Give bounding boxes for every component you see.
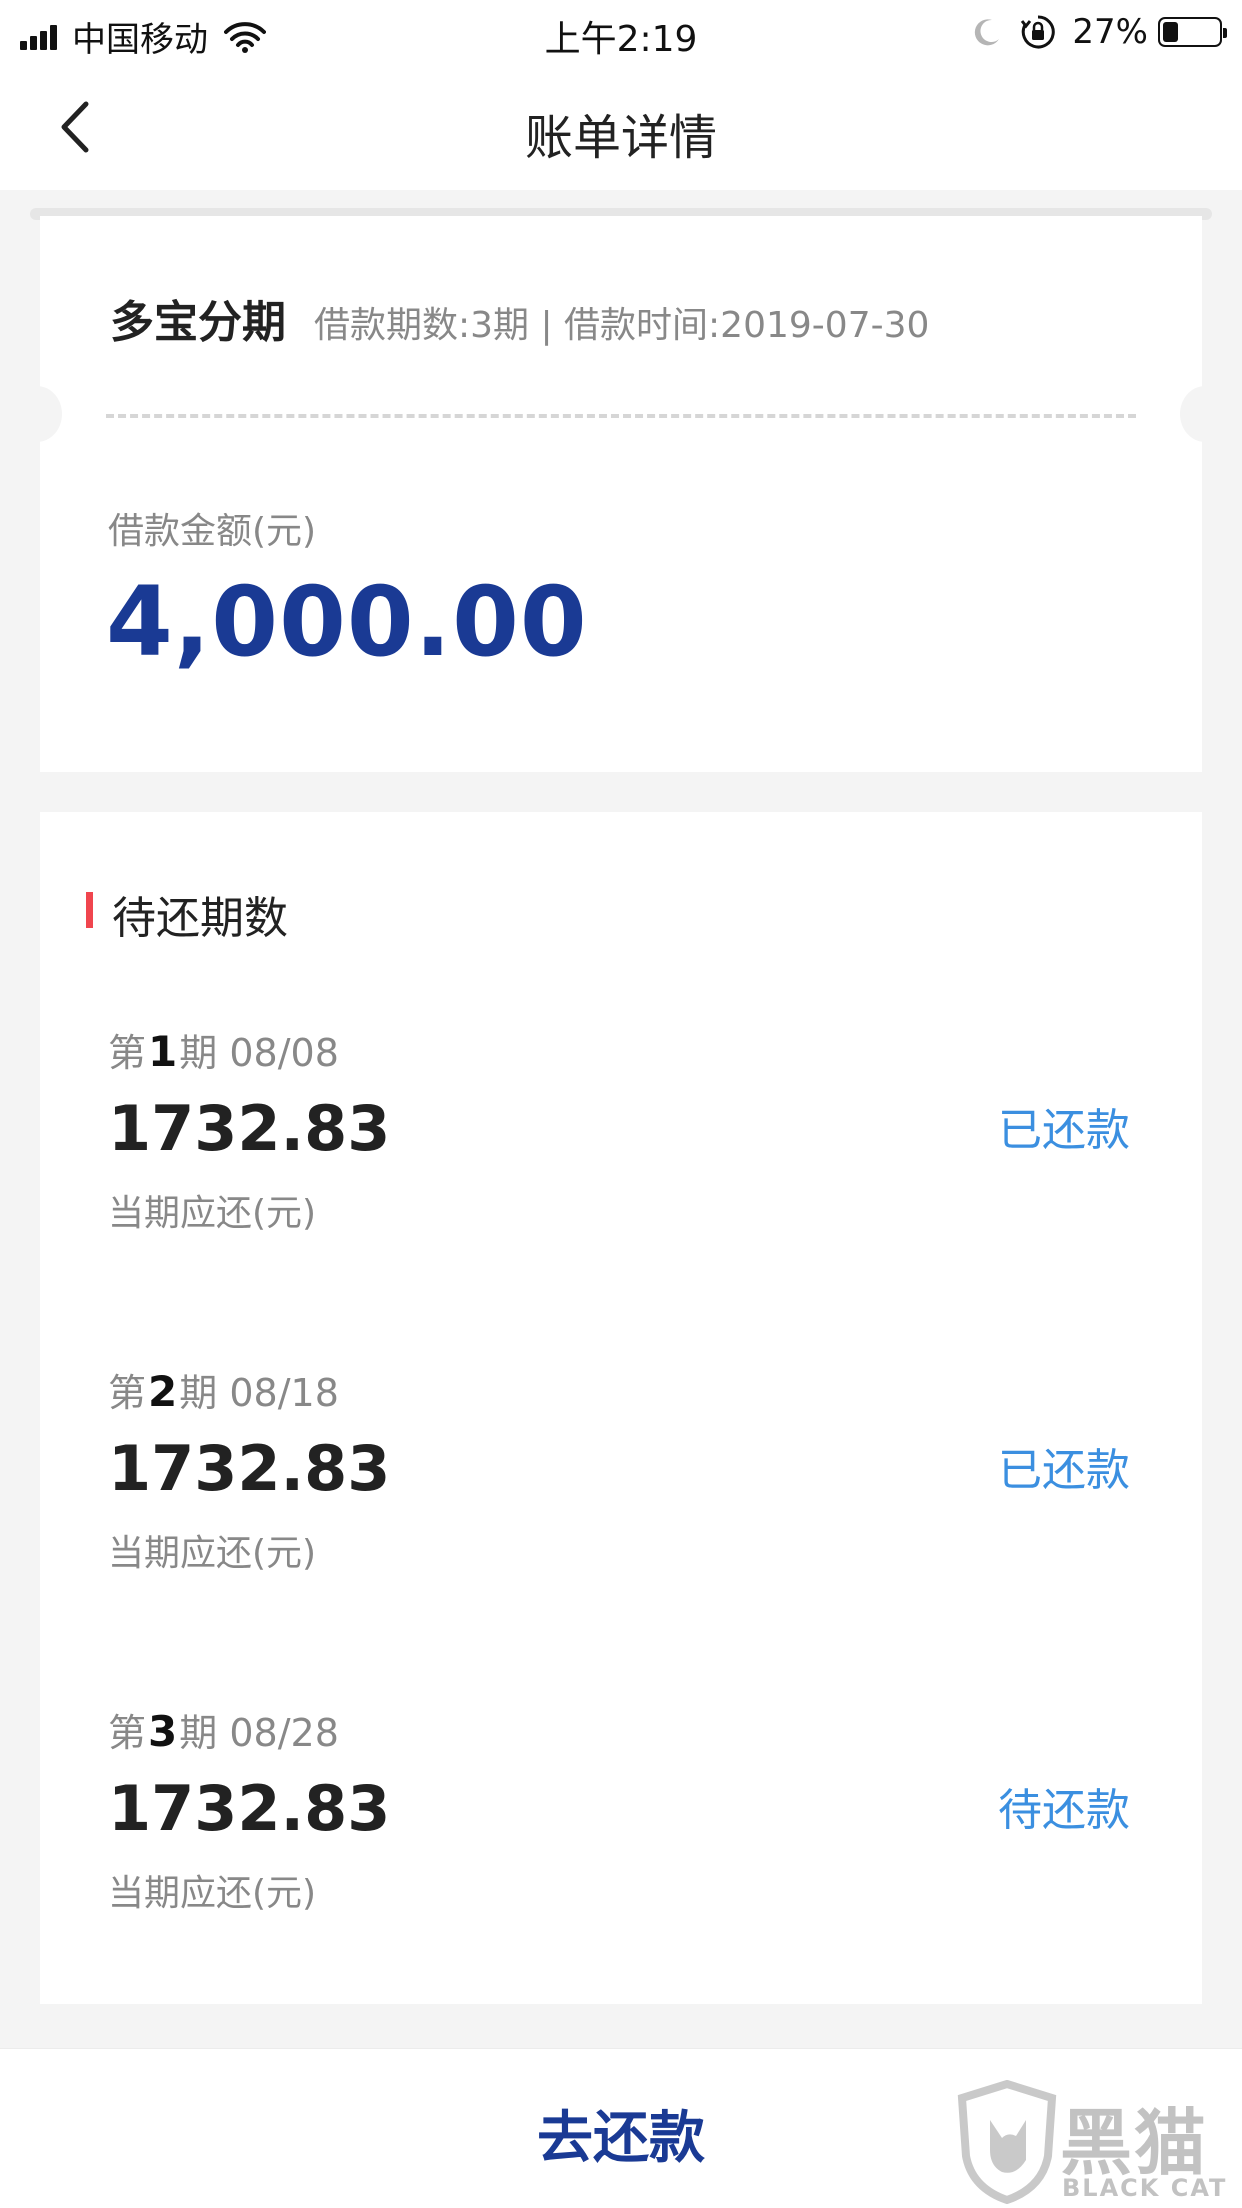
installment-period: 第3期 08/28 [108,1702,339,1757]
period-number: 1 [148,1027,178,1076]
page-title: 账单详情 [524,110,717,166]
watermark-subtext: BLACK CAT [1062,2174,1228,2202]
installment-row: 第3期 08/28 1732.83 当期应还(元) 待还款 [40,1702,1202,1962]
signal-icon [20,24,60,50]
period-suffix: 期 [179,1031,218,1075]
loan-amount-value: 4,000.00 [106,566,588,678]
bill-detail-page: 中国移动 上午2:19 27% 账单详情 多宝分期 借款期数:3期 | 借款时间… [0,0,1242,2208]
installment-amount-label: 当期应还(元) [108,1873,317,1914]
period-prefix: 第 [108,1711,147,1755]
installment-row: 第2期 08/18 1732.83 当期应还(元) 已还款 [40,1362,1202,1622]
period-date: 08/08 [229,1031,339,1075]
chevron-left-icon [61,101,89,153]
installment-status[interactable]: 待还款 [998,1774,1130,1838]
installment-amount: 1732.83 [108,1772,391,1845]
back-button[interactable] [46,92,106,162]
product-name: 多宝分期 [110,297,286,348]
nav-bar: 账单详情 [0,62,1242,190]
period-date: 08/28 [229,1711,339,1755]
wifi-icon [224,21,266,53]
period-date: 08/18 [229,1371,339,1415]
period-prefix: 第 [108,1371,147,1415]
status-left: 中国移动 [20,12,266,61]
installment-amount: 1732.83 [108,1092,391,1165]
loan-summary-card: 多宝分期 借款期数:3期 | 借款时间:2019-07-30 借款金额(元) 4… [40,216,1202,772]
installment-status[interactable]: 已还款 [998,1434,1130,1498]
loan-meta: 借款期数:3期 | 借款时间:2019-07-30 [314,305,930,346]
cat-shield-icon [957,2080,1057,2204]
ticket-notch-right [1180,386,1202,442]
loan-header: 多宝分期 借款期数:3期 | 借款时间:2019-07-30 [110,286,929,350]
period-number: 2 [148,1367,178,1416]
battery-fill [1163,22,1178,42]
loan-amount-label: 借款金额(元) [108,511,317,552]
status-right: 27% [972,12,1227,52]
section-marker [86,892,93,928]
battery-percent: 27% [1072,12,1148,52]
period-number: 3 [148,1707,178,1756]
installment-period: 第2期 08/18 [108,1362,339,1417]
period-suffix: 期 [179,1711,218,1755]
installment-period: 第1期 08/08 [108,1022,339,1077]
installment-amount-label: 当期应还(元) [108,1533,317,1574]
watermark: 黑猫 BLACK CAT [956,2080,1236,2208]
section-title: 待还期数 [112,893,288,944]
status-bar: 中国移动 上午2:19 27% [0,0,1242,62]
period-suffix: 期 [179,1371,218,1415]
moon-icon [975,19,1000,46]
installments-card: 待还期数 第1期 08/08 1732.83 当期应还(元) 已还款 第2期 0… [40,812,1202,2004]
installment-amount: 1732.83 [108,1432,391,1505]
ticket-notch-left [40,386,62,442]
installment-row: 第1期 08/08 1732.83 当期应还(元) 已还款 [40,1022,1202,1282]
period-prefix: 第 [108,1031,147,1075]
installment-status[interactable]: 已还款 [998,1094,1130,1158]
installment-amount-label: 当期应还(元) [108,1193,317,1234]
battery-icon [1158,17,1227,47]
dashed-divider [106,414,1136,418]
rotation-lock-icon [1021,15,1056,49]
carrier-name: 中国移动 [72,20,208,60]
